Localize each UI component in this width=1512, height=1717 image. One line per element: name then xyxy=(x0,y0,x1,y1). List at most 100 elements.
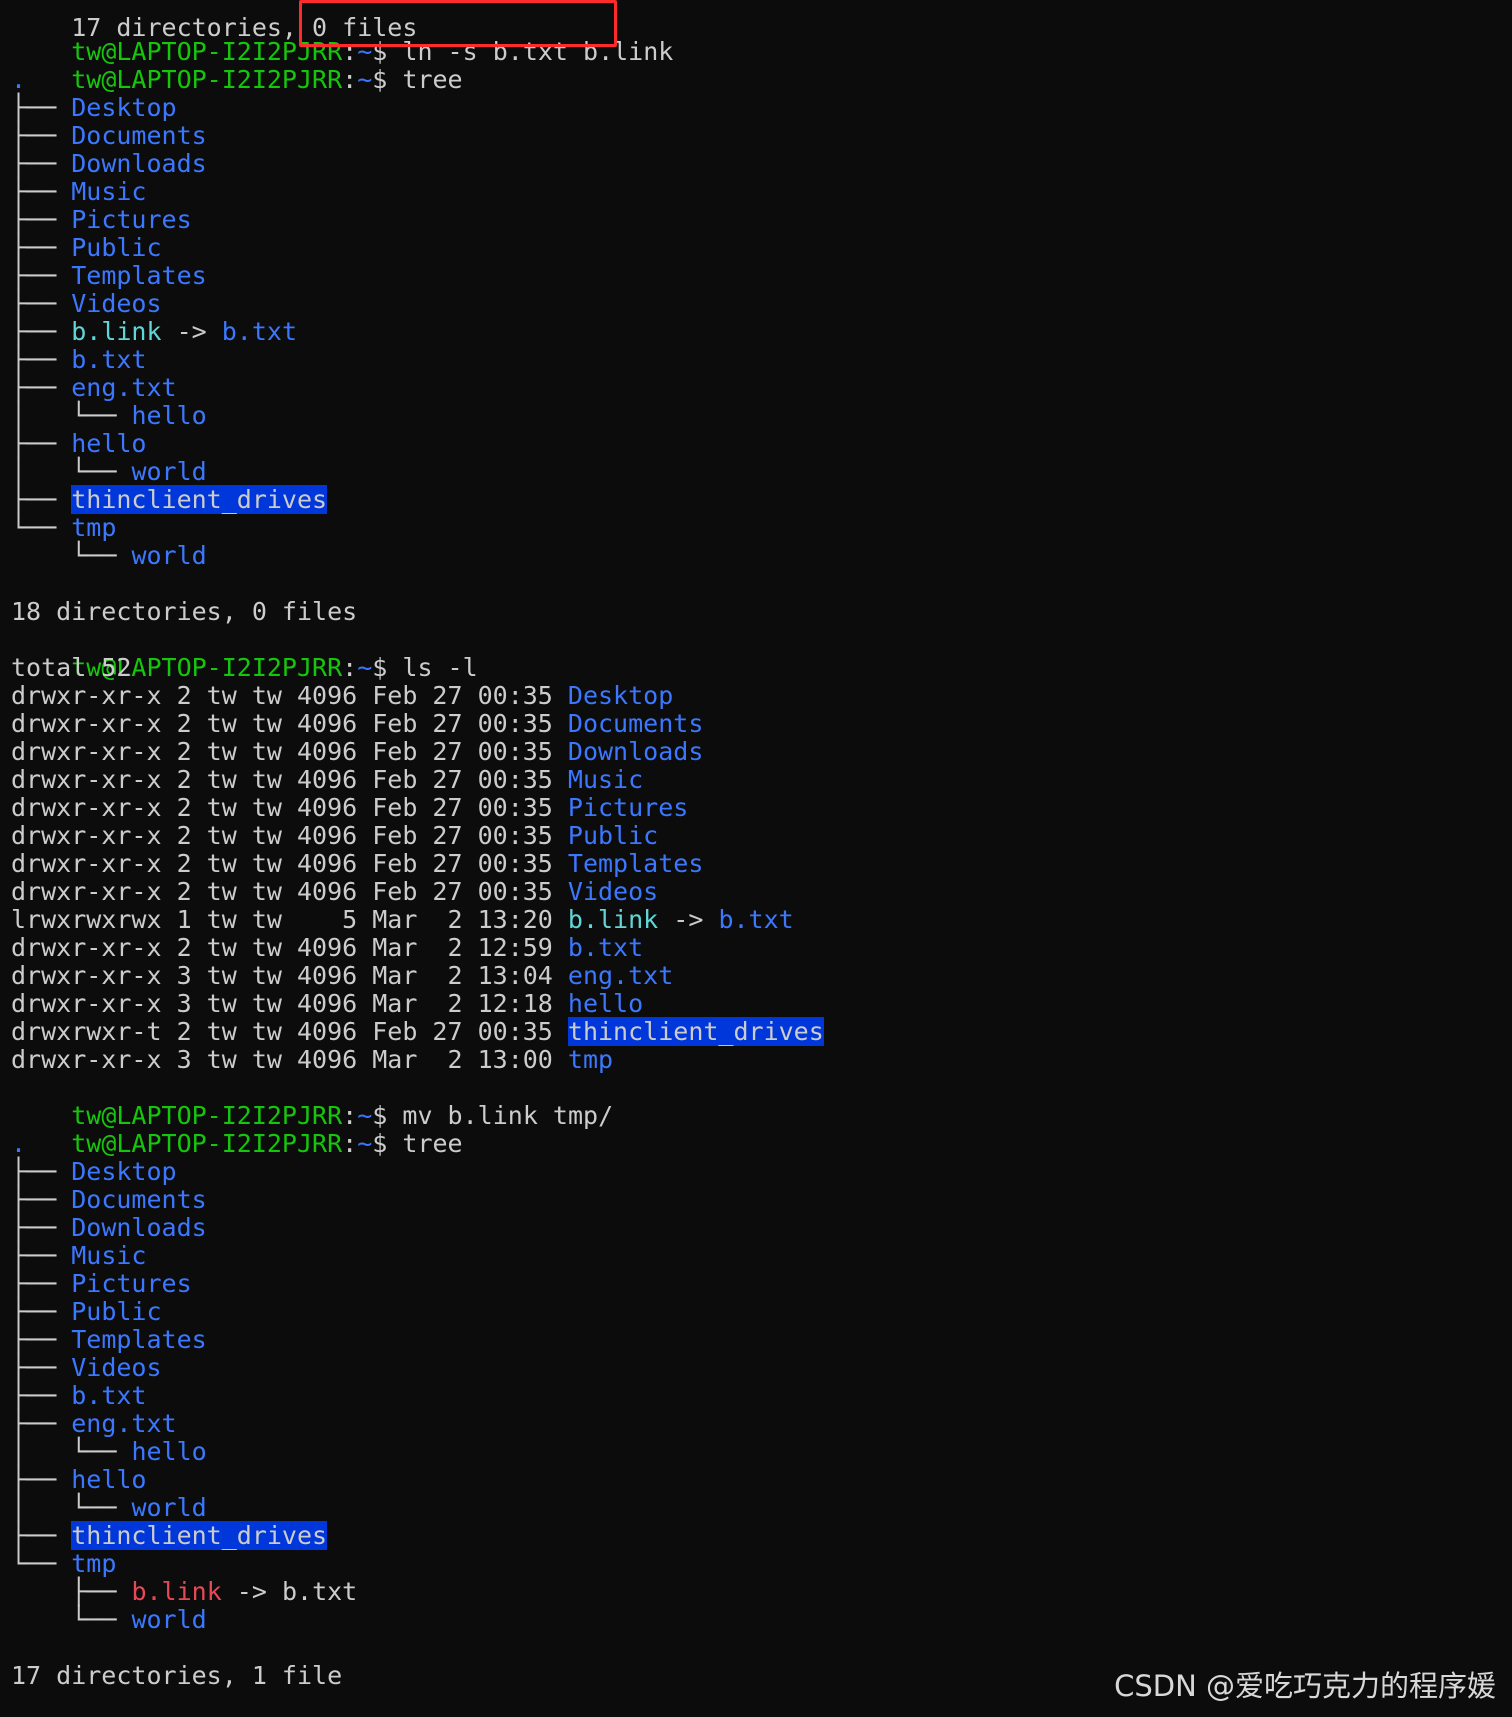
tree-branch: ├── xyxy=(11,1185,72,1214)
tree-branch: ├── xyxy=(11,1465,72,1494)
dir-name: Videos xyxy=(71,289,162,318)
ls-name: eng.txt xyxy=(567,961,674,990)
tree-entry: ├── eng.txt xyxy=(11,374,177,402)
ls-name: hello xyxy=(567,989,644,1018)
tree-branch: ├── xyxy=(11,317,72,346)
prompt-line: tw@LAPTOP-I2I2PJRR:~$ ls -l xyxy=(11,626,477,682)
dir-name: tmp xyxy=(71,1549,117,1578)
tree-branch: ├── xyxy=(11,1521,72,1550)
prompt-line[interactable]: tw@LAPTOP-I2I2PJRR:~$ xyxy=(11,1690,387,1717)
tree-branch: ├── xyxy=(11,121,72,150)
tree-entry: │ └── world xyxy=(11,458,207,486)
tree-branch: ├── xyxy=(11,1269,72,1298)
dir-name: hello xyxy=(131,401,207,430)
dir-name: hello xyxy=(71,429,147,458)
ls-row: drwxr-xr-x 2 tw tw 4096 Mar 2 12:59 b.tx… xyxy=(11,934,643,962)
symlink-arrow: -> xyxy=(658,905,719,934)
tree-summary: 18 directories, 0 files xyxy=(11,597,358,626)
tree-branch: ├── xyxy=(11,233,72,262)
output-line: 18 directories, 0 files xyxy=(11,598,357,626)
ls-name: b.txt xyxy=(567,933,644,962)
ls-name: Desktop xyxy=(567,681,674,710)
prompt-line: tw@LAPTOP-I2I2PJRR:~$ tree xyxy=(11,1102,462,1158)
dir-name: hello xyxy=(71,1465,147,1494)
ls-meta: drwxr-xr-x 2 tw tw 4096 Feb 27 00:35 xyxy=(11,793,568,822)
ls-name: Pictures xyxy=(567,793,689,822)
tree-entry: ├── Documents xyxy=(11,1186,207,1214)
tree-branch: ├── xyxy=(11,149,72,178)
ls-meta: drwxr-xr-x 3 tw tw 4096 Mar 2 13:00 xyxy=(11,1045,568,1074)
ls-name: Templates xyxy=(567,849,704,878)
tree-branch: ├── xyxy=(11,1241,72,1270)
tree-entry: ├── Desktop xyxy=(11,94,177,122)
tree-entry: └── world xyxy=(11,541,207,570)
dir-name: Desktop xyxy=(71,1157,177,1186)
ls-name: tmp xyxy=(567,1045,614,1074)
tree-entry: ├── Videos xyxy=(11,1354,162,1382)
prompt-line: tw@LAPTOP-I2I2PJRR:~$ mv b.link tmp/ xyxy=(11,1074,613,1130)
dir-name: Documents xyxy=(71,121,207,150)
dir-name: eng.txt xyxy=(71,1409,177,1438)
tree-entry: ├── b.txt xyxy=(11,346,146,374)
tree-entry: ├── thinclient_drives xyxy=(11,485,328,514)
tree-branch: └── xyxy=(71,1493,132,1522)
ls-row: lrwxrwxrwx 1 tw tw 5 Mar 2 13:20 b.link … xyxy=(11,906,794,934)
tree-entry: └── world xyxy=(11,1605,206,1634)
dir-name: Desktop xyxy=(71,93,177,122)
tree-entry: ├── Pictures xyxy=(11,206,192,234)
ls-meta: drwxr-xr-x 2 tw tw 4096 Feb 27 00:35 xyxy=(11,877,568,906)
symlink-arrow: -> xyxy=(221,1577,282,1606)
tree-entry: ├── b.link -> b.txt xyxy=(11,1578,357,1606)
tree-branch: └── xyxy=(71,401,132,430)
ls-meta: drwxr-xr-x 3 tw tw 4096 Mar 2 12:18 xyxy=(11,989,568,1018)
tree-branch: ├── xyxy=(11,93,72,122)
ls-meta: drwxr-xr-x 2 tw tw 4096 Feb 27 00:35 xyxy=(11,765,568,794)
ls-name: b.link xyxy=(567,905,659,934)
dir-name: Pictures xyxy=(71,205,192,234)
terminal-window[interactable]: 17 directories, 0 files tw@LAPTOP-I2I2PJ… xyxy=(0,0,1512,1717)
command-text: tree xyxy=(402,1129,463,1158)
prompt-line: tw@LAPTOP-I2I2PJRR:~$ tree xyxy=(11,38,462,94)
tree-entry: └── tmp xyxy=(11,514,116,542)
tree-branch: ├── xyxy=(11,289,72,318)
ls-meta: drwxr-xr-x 2 tw tw 4096 Mar 2 12:59 xyxy=(11,933,568,962)
ls-row: drwxr-xr-x 3 tw tw 4096 Mar 2 13:04 eng.… xyxy=(11,962,673,990)
prompt-separator: : xyxy=(342,653,358,682)
tree-root-label: . xyxy=(11,65,27,94)
symlink-target: b.txt xyxy=(281,1577,358,1606)
dir-name: world xyxy=(131,541,207,570)
tree-entry: ├── Music xyxy=(11,178,146,206)
dir-name: Downloads xyxy=(71,1213,207,1242)
tree-pipe: │ xyxy=(11,1437,72,1466)
tree-entry: ├── Music xyxy=(11,1242,146,1270)
ls-meta: lrwxrwxrwx 1 tw tw 5 Mar 2 13:20 xyxy=(11,905,568,934)
dir-name: Music xyxy=(71,1241,147,1270)
tree-entry: ├── b.txt xyxy=(11,1382,146,1410)
tree-entry: ├── Public xyxy=(11,1298,162,1326)
ls-row: drwxr-xr-x 2 tw tw 4096 Feb 27 00:35 Pub… xyxy=(11,822,658,850)
dir-name: Downloads xyxy=(71,149,207,178)
ls-name: Music xyxy=(567,765,644,794)
tree-entry: ├── Documents xyxy=(11,122,207,150)
dir-name: Videos xyxy=(71,1353,162,1382)
tree-root-label: . xyxy=(11,1129,27,1158)
tree-entry: ├── hello xyxy=(11,1466,146,1494)
dir-name: eng.txt xyxy=(71,373,177,402)
tree-entry: ├── Pictures xyxy=(11,1270,192,1298)
tree-branch: ├── xyxy=(11,177,72,206)
dir-name: Music xyxy=(71,177,147,206)
tree-branch: └── xyxy=(71,1605,132,1634)
dir-name: Public xyxy=(71,233,162,262)
prompt-sign: $ xyxy=(372,1129,388,1158)
symlink-target: b.txt xyxy=(221,317,298,346)
prompt-path: ~ xyxy=(357,653,373,682)
ls-name: Documents xyxy=(567,709,704,738)
tree-branch: ├── xyxy=(11,429,72,458)
symlink-name: b.link xyxy=(71,317,162,346)
tree-branch: └── xyxy=(71,1437,132,1466)
dir-name: b.txt xyxy=(71,1381,147,1410)
dir-name: Pictures xyxy=(71,1269,192,1298)
tree-branch: ├── xyxy=(11,345,72,374)
tree-branch: ├── xyxy=(11,1325,72,1354)
tree-entry: ├── eng.txt xyxy=(11,1410,177,1438)
